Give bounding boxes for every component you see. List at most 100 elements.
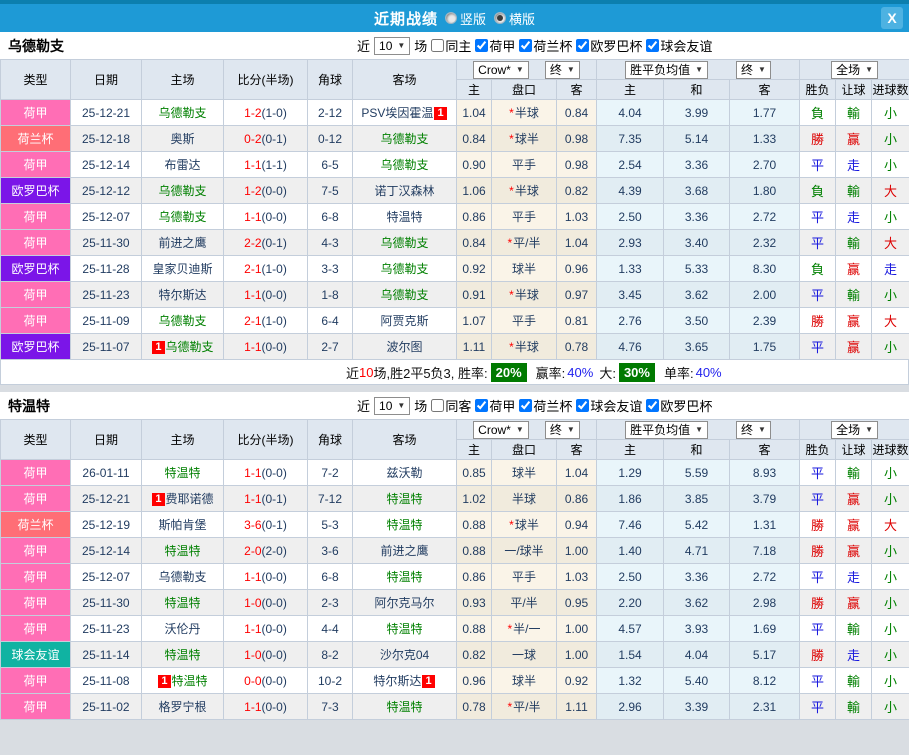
bookmaker-select[interactable]: Crow*▼ bbox=[473, 61, 529, 79]
league-checkbox[interactable] bbox=[576, 399, 589, 412]
home-team-cell[interactable]: 乌德勒支 bbox=[142, 178, 224, 204]
home-team-cell[interactable]: 奥斯 bbox=[142, 126, 224, 152]
league-checkbox[interactable] bbox=[475, 39, 488, 52]
league-filter[interactable]: 荷兰杯 bbox=[519, 396, 572, 415]
league-filter[interactable]: 欧罗巴杯 bbox=[576, 36, 642, 55]
away-team-cell[interactable]: PSV埃因霍温1 bbox=[353, 100, 457, 126]
mean-draw-cell: 4.71 bbox=[664, 538, 730, 564]
home-team-name: 乌德勒支 bbox=[158, 314, 206, 328]
away-team-cell[interactable]: 波尔图 bbox=[353, 334, 457, 360]
away-team-cell[interactable]: 乌德勒支 bbox=[353, 126, 457, 152]
league-filter[interactable]: 球会友谊 bbox=[576, 396, 642, 415]
league-checkbox[interactable] bbox=[646, 399, 659, 412]
league-checkbox[interactable] bbox=[576, 39, 589, 52]
away-team-cell[interactable]: 乌德勒支 bbox=[353, 256, 457, 282]
same-venue-checkbox[interactable] bbox=[431, 399, 444, 412]
league-checkbox[interactable] bbox=[646, 39, 659, 52]
scope-select[interactable]: 全场▼ bbox=[831, 421, 878, 439]
away-team-cell[interactable]: 乌德勒支 bbox=[353, 152, 457, 178]
away-team-cell[interactable]: 特温特 bbox=[353, 512, 457, 538]
mean-draw-cell: 5.40 bbox=[664, 668, 730, 694]
radio-checked-icon[interactable] bbox=[494, 12, 506, 24]
league-checkbox[interactable] bbox=[519, 39, 532, 52]
league-filter[interactable]: 球会友谊 bbox=[646, 36, 712, 55]
mean-away-cell: 2.00 bbox=[730, 282, 800, 308]
home-team-cell[interactable]: 布雷达 bbox=[142, 152, 224, 178]
home-team-cell[interactable]: 特温特 bbox=[142, 538, 224, 564]
home-team-cell[interactable]: 皇家贝迪斯 bbox=[142, 256, 224, 282]
section-header-bar: 特温特近10▼场同客荷甲荷兰杯球会友谊欧罗巴杯 bbox=[0, 392, 909, 419]
mean-away-cell: 2.72 bbox=[730, 204, 800, 230]
away-team-name: 前进之鹰 bbox=[380, 544, 428, 558]
halftime-score: (0-0) bbox=[262, 674, 287, 688]
away-team-cell[interactable]: 特温特 bbox=[353, 204, 457, 230]
scope-select[interactable]: 全场▼ bbox=[831, 61, 878, 79]
home-team-cell[interactable]: 特温特 bbox=[142, 460, 224, 486]
away-team-cell[interactable]: 特温特 bbox=[353, 616, 457, 642]
home-team-cell[interactable]: 斯帕肯堡 bbox=[142, 512, 224, 538]
home-team-cell[interactable]: 前进之鹰 bbox=[142, 230, 224, 256]
home-team-cell[interactable]: 格罗宁根 bbox=[142, 694, 224, 720]
home-team-cell[interactable]: 特温特 bbox=[142, 590, 224, 616]
away-team-cell[interactable]: 前进之鹰 bbox=[353, 538, 457, 564]
team-name[interactable]: 乌德勒支 bbox=[0, 36, 357, 56]
same-venue-checkbox[interactable] bbox=[431, 39, 444, 52]
home-team-cell[interactable]: 特尔斯达 bbox=[142, 282, 224, 308]
league-checkbox[interactable] bbox=[475, 399, 488, 412]
bookmaker-select[interactable]: Crow*▼ bbox=[473, 421, 529, 439]
goals-result-cell: 小 bbox=[872, 694, 909, 720]
view-mode-option[interactable]: 竖版 bbox=[445, 9, 486, 28]
date-cell: 25-11-09 bbox=[71, 308, 142, 334]
corner-cell: 6-8 bbox=[308, 204, 353, 230]
goals-result-cell: 小 bbox=[872, 126, 909, 152]
odds-time-select[interactable]: 终▼ bbox=[545, 61, 580, 79]
league-filter[interactable]: 荷兰杯 bbox=[519, 36, 572, 55]
view-mode-option[interactable]: 横版 bbox=[494, 9, 535, 28]
mean-draw-cell: 5.59 bbox=[664, 460, 730, 486]
mean-type-select[interactable]: 胜平负均值▼ bbox=[625, 421, 708, 439]
match-row: 荷甲25-11-30特温特1-0(0-0)2-3阿尔克马尔0.93平/半0.95… bbox=[1, 590, 909, 616]
home-team-cell[interactable]: 1乌德勒支 bbox=[142, 334, 224, 360]
close-button[interactable]: X bbox=[881, 7, 903, 29]
same-venue-filter[interactable]: 同客 bbox=[431, 396, 471, 415]
games-count-select[interactable]: 10▼ bbox=[374, 397, 410, 415]
away-team-cell[interactable]: 诺丁汉森林 bbox=[353, 178, 457, 204]
mean-type-select[interactable]: 胜平负均值▼ bbox=[625, 61, 708, 79]
scope-select-value: 全场 bbox=[836, 61, 860, 78]
away-team-cell[interactable]: 阿尔克马尔 bbox=[353, 590, 457, 616]
home-team-cell[interactable]: 1费耶诺德 bbox=[142, 486, 224, 512]
home-team-name: 乌德勒支 bbox=[158, 106, 206, 120]
away-team-cell[interactable]: 特温特 bbox=[353, 694, 457, 720]
away-team-cell[interactable]: 乌德勒支 bbox=[353, 282, 457, 308]
home-team-cell[interactable]: 沃伦丹 bbox=[142, 616, 224, 642]
result-cell: 平 bbox=[800, 694, 836, 720]
radio-icon[interactable] bbox=[445, 12, 457, 24]
handicap-result-cell: 輸 bbox=[836, 616, 872, 642]
team-name[interactable]: 特温特 bbox=[0, 396, 357, 416]
league-filter[interactable]: 荷甲 bbox=[475, 396, 515, 415]
same-venue-filter[interactable]: 同主 bbox=[431, 36, 471, 55]
odds-time-select[interactable]: 终▼ bbox=[545, 421, 580, 439]
home-team-cell[interactable]: 乌德勒支 bbox=[142, 204, 224, 230]
away-team-cell[interactable]: 阿贾克斯 bbox=[353, 308, 457, 334]
home-team-cell[interactable]: 乌德勒支 bbox=[142, 564, 224, 590]
home-team-cell[interactable]: 1特温特 bbox=[142, 668, 224, 694]
away-team-cell[interactable]: 特温特 bbox=[353, 564, 457, 590]
league-filter[interactable]: 欧罗巴杯 bbox=[646, 396, 712, 415]
league-filter[interactable]: 荷甲 bbox=[475, 36, 515, 55]
league-checkbox[interactable] bbox=[519, 399, 532, 412]
home-team-cell[interactable]: 特温特 bbox=[142, 642, 224, 668]
away-team-name: 特温特 bbox=[386, 570, 422, 584]
away-team-cell[interactable]: 特温特 bbox=[353, 486, 457, 512]
away-team-cell[interactable]: 沙尔克04 bbox=[353, 642, 457, 668]
home-team-cell[interactable]: 乌德勒支 bbox=[142, 100, 224, 126]
odds-time-select-value: 终 bbox=[550, 421, 562, 438]
home-team-cell[interactable]: 乌德勒支 bbox=[142, 308, 224, 334]
mean-time-select[interactable]: 终▼ bbox=[736, 61, 771, 79]
match-row: 荷甲25-12-21乌德勒支1-2(1-0)2-12PSV埃因霍温11.04*半… bbox=[1, 100, 909, 126]
away-team-cell[interactable]: 兹沃勒 bbox=[353, 460, 457, 486]
mean-time-select[interactable]: 终▼ bbox=[736, 421, 771, 439]
away-team-cell[interactable]: 特尔斯达1 bbox=[353, 668, 457, 694]
games-count-select[interactable]: 10▼ bbox=[374, 37, 410, 55]
away-team-cell[interactable]: 乌德勒支 bbox=[353, 230, 457, 256]
